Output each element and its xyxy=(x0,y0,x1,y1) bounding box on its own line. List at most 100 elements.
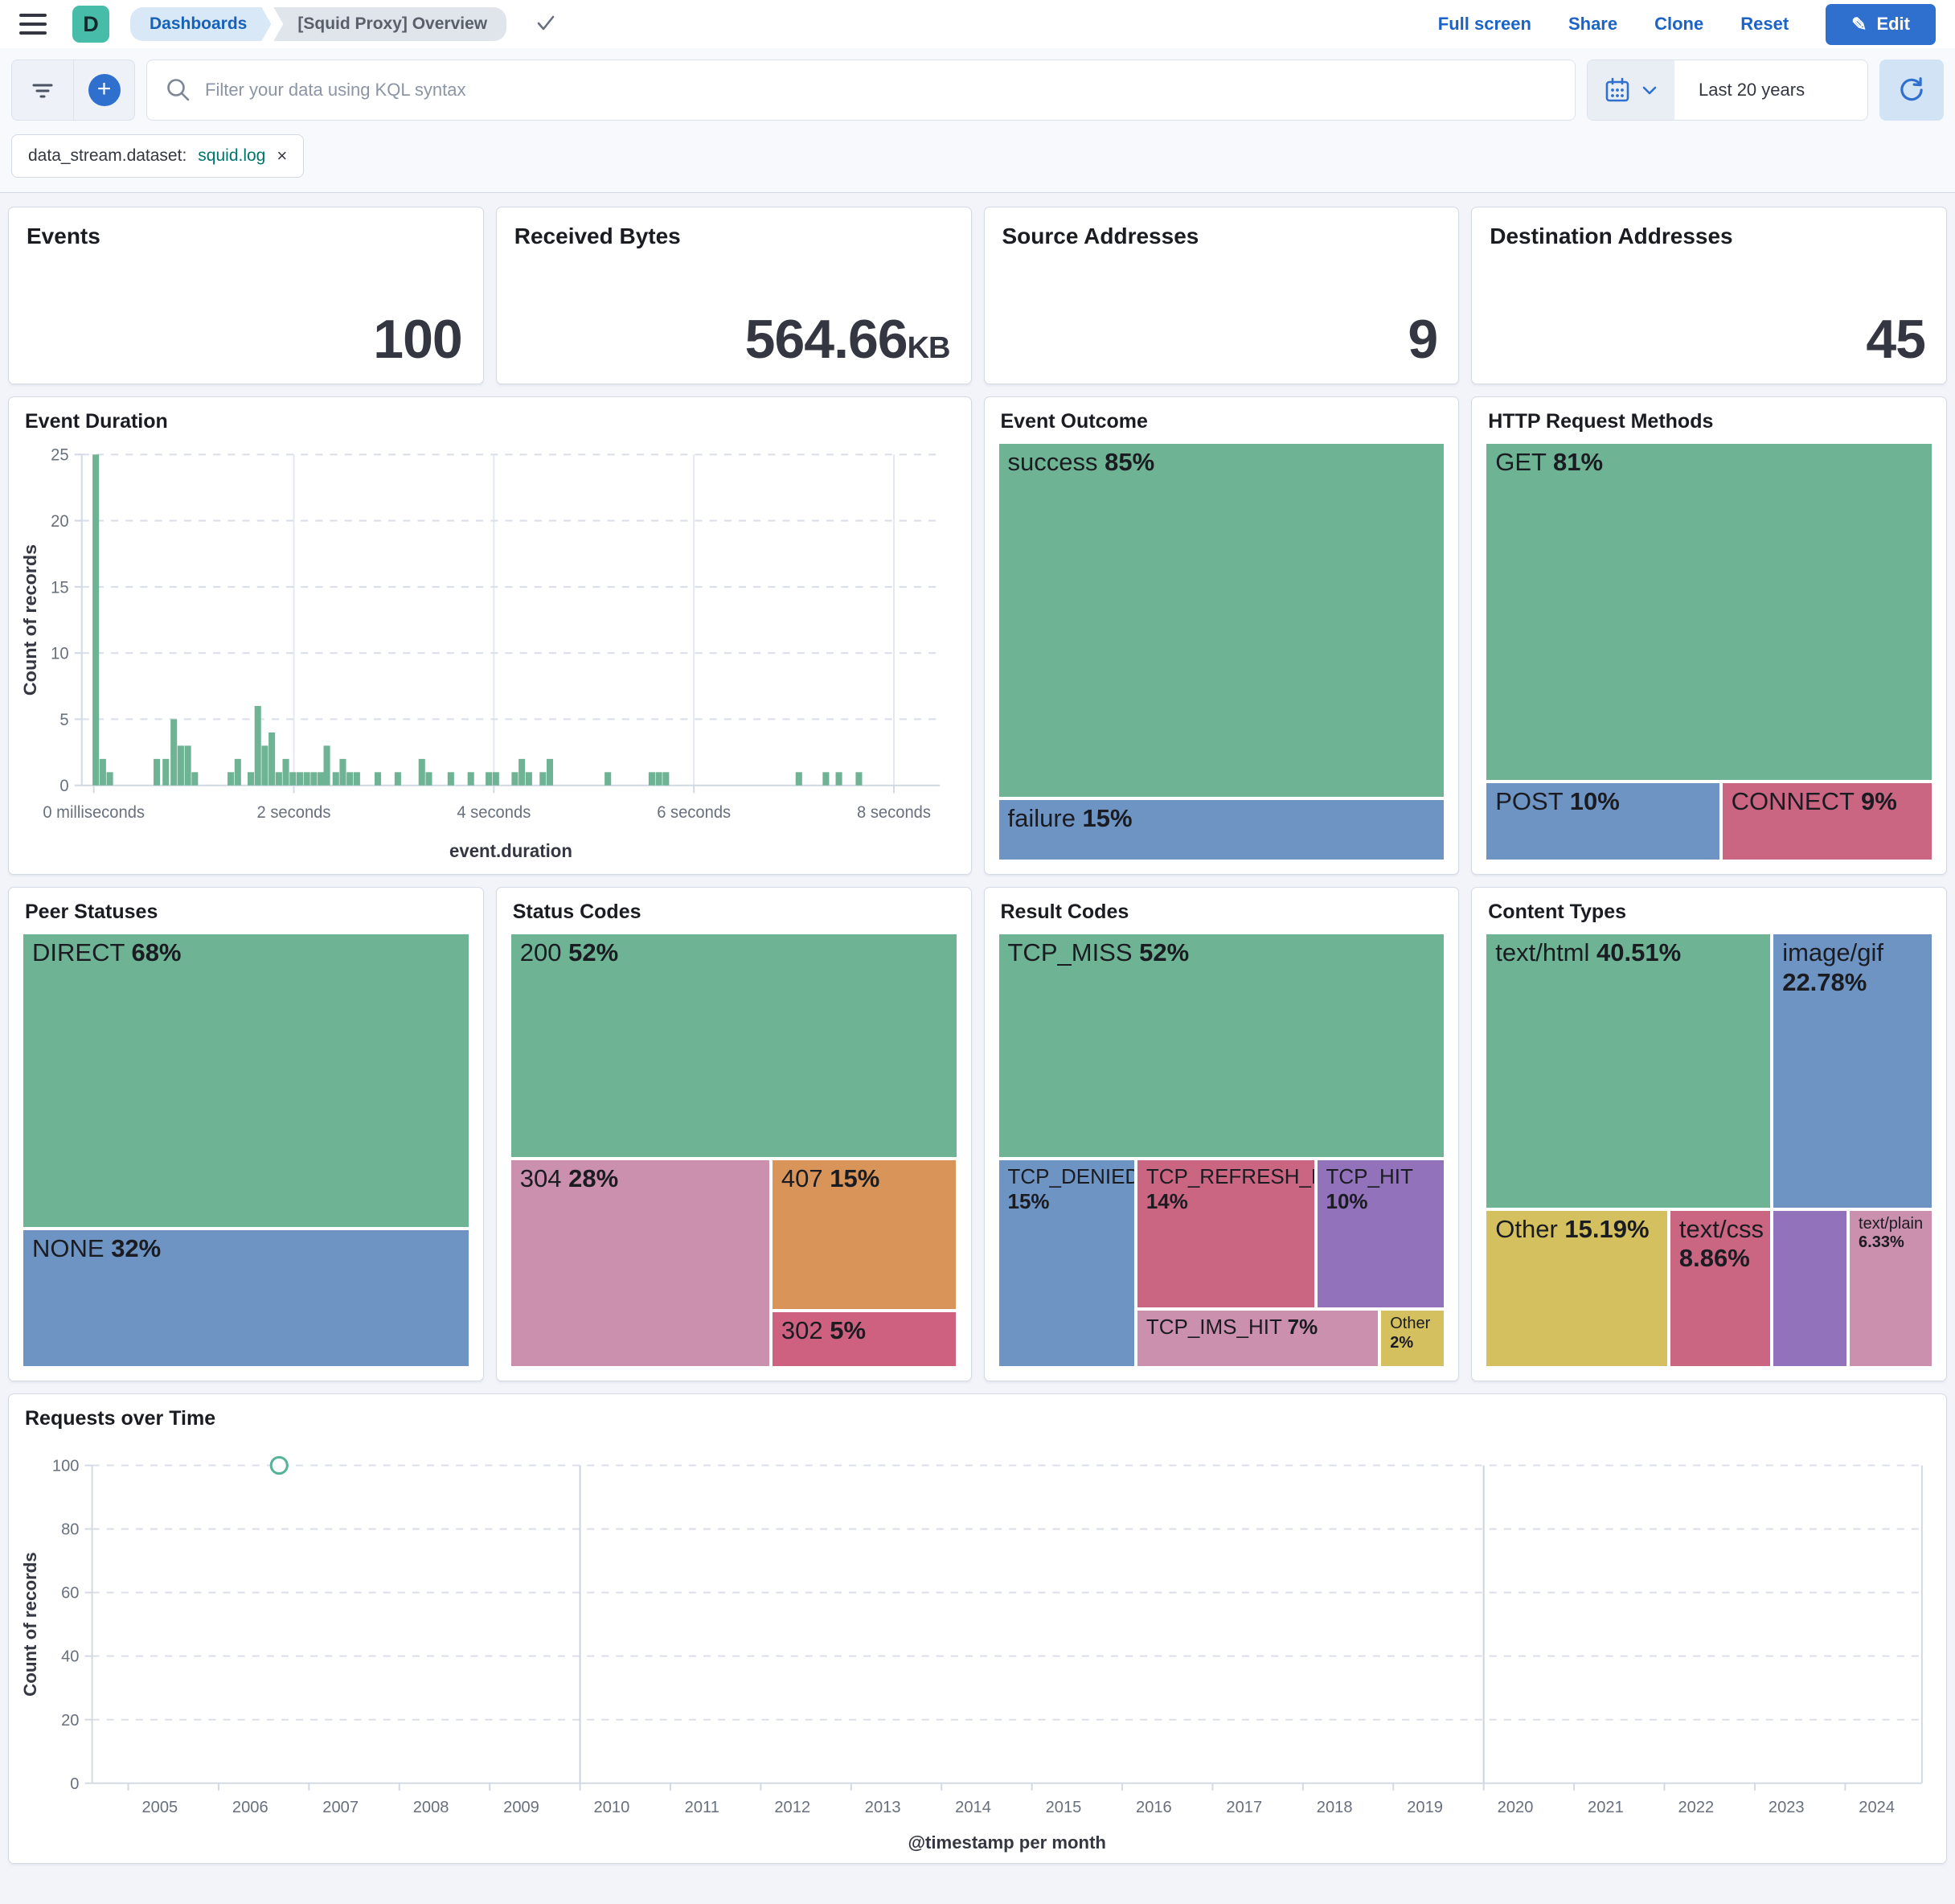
svg-text:2007: 2007 xyxy=(322,1799,359,1816)
svg-text:2012: 2012 xyxy=(774,1799,810,1816)
svg-text:2024: 2024 xyxy=(1859,1799,1895,1816)
date-picker-calendar-button[interactable] xyxy=(1588,60,1674,120)
metric-value: 564.66KB xyxy=(745,308,950,371)
treemap-tile-other[interactable]: Other 15.19% xyxy=(1485,1209,1669,1368)
svg-text:2022: 2022 xyxy=(1678,1799,1714,1816)
svg-text:6 seconds: 6 seconds xyxy=(657,803,731,823)
kql-search-box xyxy=(146,60,1576,121)
svg-text:Count of records: Count of records xyxy=(20,544,40,696)
treemap-tile-image-gif[interactable]: image/gif 22.78% xyxy=(1772,933,1933,1209)
treemap-tile-text-html[interactable]: text/html 40.51% xyxy=(1485,933,1772,1209)
treemap-tile-tcp-miss[interactable]: TCP_MISS 52% xyxy=(998,933,1446,1159)
metric-title: Destination Addresses xyxy=(1490,224,1732,249)
panel-event-outcome: Event Outcome success 85%failure 15% xyxy=(984,396,1460,875)
treemap-tile-302[interactable]: 302 5% xyxy=(771,1311,958,1368)
reset-button[interactable]: Reset xyxy=(1740,14,1789,35)
svg-text:2011: 2011 xyxy=(685,1799,719,1816)
treemap-tile-success[interactable]: success 85% xyxy=(998,442,1446,798)
panel-title: HTTP Request Methods xyxy=(1472,397,1946,438)
filter-options-button[interactable] xyxy=(12,60,73,120)
svg-text:15: 15 xyxy=(51,578,68,597)
edit-button[interactable]: ✎ Edit xyxy=(1826,4,1936,45)
svg-text:2 seconds: 2 seconds xyxy=(257,803,331,823)
breadcrumb-dashboards[interactable]: Dashboards xyxy=(130,7,271,41)
svg-text:2005: 2005 xyxy=(141,1799,178,1816)
svg-text:@timestamp per month: @timestamp per month xyxy=(908,1832,1105,1853)
query-bar-section: + L xyxy=(0,48,1955,193)
svg-text:0 milliseconds: 0 milliseconds xyxy=(43,803,145,823)
svg-text:8 seconds: 8 seconds xyxy=(857,803,931,823)
svg-text:2020: 2020 xyxy=(1498,1799,1534,1816)
svg-text:2021: 2021 xyxy=(1588,1799,1624,1816)
result-codes-treemap[interactable]: TCP_MISS 52%TCP_DENIED 15%TCP_REFRESH_HI… xyxy=(998,933,1446,1368)
svg-text:2010: 2010 xyxy=(594,1799,630,1816)
metric-value: 45 xyxy=(1866,308,1925,371)
space-avatar[interactable]: D xyxy=(72,6,109,43)
svg-text:25: 25 xyxy=(51,445,68,465)
treemap-tile-304[interactable]: 304 28% xyxy=(510,1159,771,1368)
filter-controls: + xyxy=(11,60,135,121)
svg-text:2013: 2013 xyxy=(865,1799,901,1816)
treemap-tile-200[interactable]: 200 52% xyxy=(510,933,958,1159)
svg-text:2015: 2015 xyxy=(1046,1799,1082,1816)
status-codes-treemap[interactable]: 200 52%304 28%407 15%302 5% xyxy=(510,933,958,1368)
share-button[interactable]: Share xyxy=(1568,14,1617,35)
breadcrumb-current-dashboard[interactable]: [Squid Proxy] Overview xyxy=(273,7,506,41)
treemap-tile-text-css[interactable]: text/css 8.86% xyxy=(1669,1209,1772,1368)
dashboard-grid: Events 100 Received Bytes 564.66KB Sourc… xyxy=(0,193,1955,1874)
svg-text:60: 60 xyxy=(61,1585,79,1602)
treemap-tile-407[interactable]: 407 15% xyxy=(771,1159,958,1310)
edit-button-label: Edit xyxy=(1876,14,1910,35)
saved-check-icon xyxy=(534,10,558,39)
refresh-button[interactable] xyxy=(1879,60,1944,121)
treemap-tile-unlabeled[interactable] xyxy=(1772,1209,1848,1368)
peer-statuses-treemap[interactable]: DIRECT 68%NONE 32% xyxy=(22,933,470,1368)
treemap-tile-none[interactable]: NONE 32% xyxy=(22,1229,470,1368)
treemap-tile-get[interactable]: GET 81% xyxy=(1485,442,1933,782)
metric-card-source-addresses: Source Addresses 9 xyxy=(984,207,1460,384)
svg-text:5: 5 xyxy=(59,710,68,729)
kql-search-input[interactable] xyxy=(205,80,1557,101)
treemap-tile-tcp-refresh-hit[interactable]: TCP_REFRESH_HIT 14% xyxy=(1136,1159,1316,1309)
panel-title: Content Types xyxy=(1472,888,1946,929)
svg-text:2018: 2018 xyxy=(1317,1799,1353,1816)
treemap-tile-tcp-hit[interactable]: TCP_HIT 10% xyxy=(1316,1159,1446,1309)
time-range-label: Last 20 years xyxy=(1699,80,1805,101)
full-screen-button[interactable]: Full screen xyxy=(1438,14,1531,35)
remove-filter-icon[interactable]: × xyxy=(277,146,287,166)
plus-icon: + xyxy=(88,74,121,106)
treemap-tile-failure[interactable]: failure 15% xyxy=(998,798,1446,861)
add-filter-button[interactable]: + xyxy=(73,60,134,120)
treemap-tile-text-plain[interactable]: text/plain 6.33% xyxy=(1848,1209,1933,1368)
filter-icon xyxy=(30,77,55,103)
treemap-tile-connect[interactable]: CONNECT 9% xyxy=(1721,782,1933,861)
panel-status-codes: Status Codes 200 52%304 28%407 15%302 5% xyxy=(496,887,972,1381)
calendar-icon xyxy=(1604,76,1631,104)
menu-icon[interactable] xyxy=(19,14,47,35)
panel-title: Status Codes xyxy=(497,888,971,929)
http-request-methods-treemap[interactable]: GET 81%POST 10%CONNECT 9% xyxy=(1485,442,1933,861)
metric-value: 100 xyxy=(373,308,461,371)
space-avatar-letter: D xyxy=(83,12,99,37)
treemap-tile-direct[interactable]: DIRECT 68% xyxy=(22,933,470,1229)
event-outcome-treemap[interactable]: success 85%failure 15% xyxy=(998,442,1446,861)
breadcrumb: Dashboards [Squid Proxy] Overview xyxy=(130,7,506,41)
svg-text:20: 20 xyxy=(61,1712,79,1730)
content-types-treemap[interactable]: text/html 40.51%image/gif 22.78% Other 15… xyxy=(1485,933,1933,1368)
time-range-button[interactable]: Last 20 years xyxy=(1674,60,1867,120)
metric-card-destination-addresses: Destination Addresses 45 xyxy=(1471,207,1947,384)
filter-pill[interactable]: data_stream.dataset: squid.log × xyxy=(11,134,304,178)
top-nav: Full screen Share Clone Reset ✎ Edit xyxy=(1438,4,1936,45)
requests-over-time-chart[interactable]: 0204060801002005200620072008200920102011… xyxy=(15,1434,1940,1858)
svg-text:20: 20 xyxy=(51,512,68,531)
treemap-tile-post[interactable]: POST 10% xyxy=(1485,782,1720,861)
refresh-icon xyxy=(1896,75,1927,105)
metric-title: Received Bytes xyxy=(514,224,681,249)
metric-value: 9 xyxy=(1408,308,1437,371)
svg-text:2009: 2009 xyxy=(503,1799,539,1816)
treemap-tile-tcp-denied[interactable]: TCP_DENIED 15% xyxy=(998,1159,1136,1368)
event-duration-histogram[interactable]: 05101520250 milliseconds2 seconds4 secon… xyxy=(15,437,965,869)
treemap-tile-tcp-ims-hit[interactable]: TCP_IMS_HIT 7% xyxy=(1136,1309,1379,1368)
clone-button[interactable]: Clone xyxy=(1654,14,1703,35)
treemap-tile-other[interactable]: Other 2% xyxy=(1379,1309,1445,1368)
